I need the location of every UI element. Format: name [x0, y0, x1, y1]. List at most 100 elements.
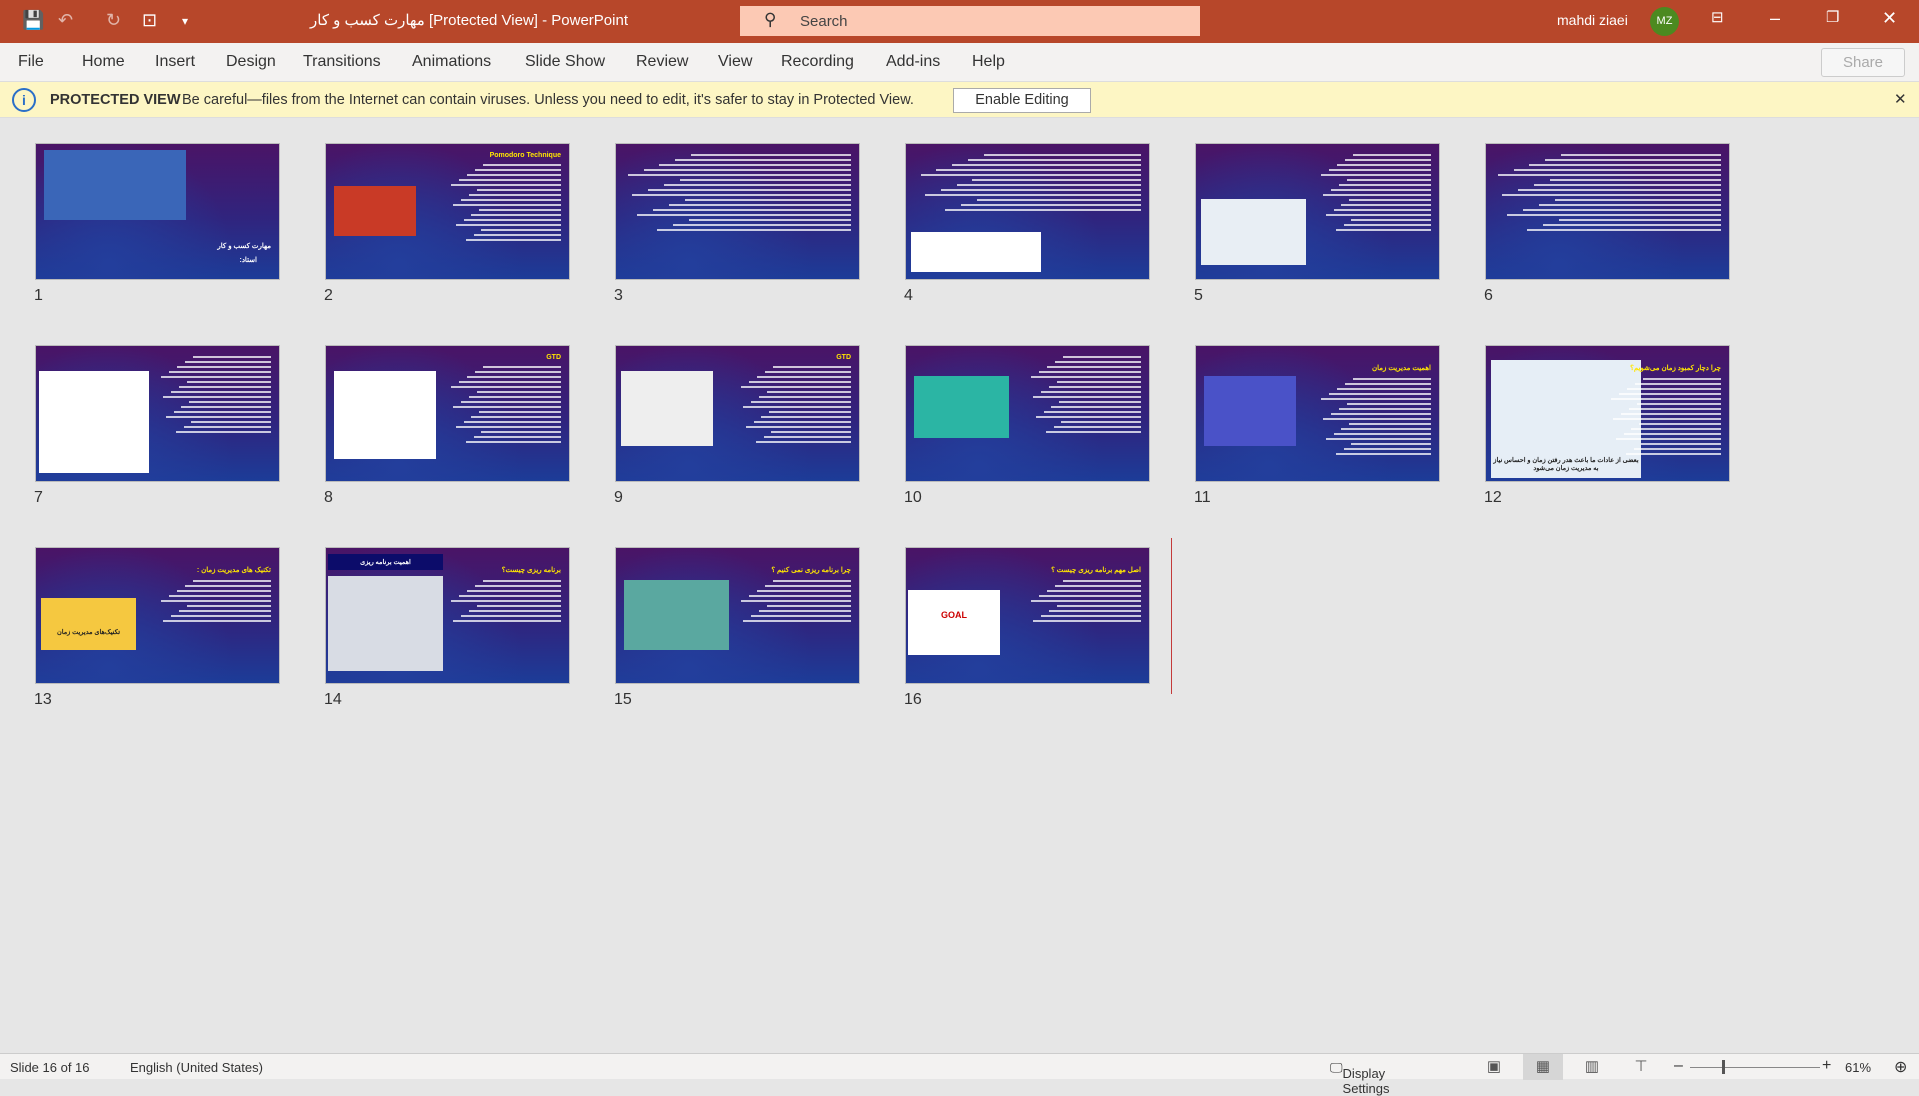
share-button[interactable]: Share: [1821, 48, 1905, 77]
enable-editing-button[interactable]: Enable Editing: [953, 88, 1091, 113]
ribbon-display-icon[interactable]: ⊟: [1711, 8, 1724, 26]
slide-thumbnail-1[interactable]: مهارت کسب و کار استاد:: [35, 143, 280, 280]
slide-text-line: [1522, 209, 1721, 211]
slide-thumbnail-8[interactable]: GTD: [325, 345, 570, 482]
close-bar-icon[interactable]: ✕: [1894, 90, 1907, 108]
slide-thumbnail-4[interactable]: [905, 143, 1150, 280]
avatar[interactable]: MZ: [1650, 7, 1679, 36]
tab-design[interactable]: Design: [226, 53, 276, 71]
info-shield-icon: i: [12, 88, 36, 112]
slide-text-line: [1629, 408, 1721, 410]
slide-thumbnail-7[interactable]: [35, 345, 280, 482]
slide-text-line: [479, 411, 561, 413]
slideshow-view-icon[interactable]: ⊤: [1621, 1054, 1661, 1080]
tab-add-ins[interactable]: Add-ins: [886, 53, 940, 71]
slide-text-line: [952, 164, 1141, 166]
protected-view-message: Be careful—files from the Internet can c…: [182, 92, 914, 108]
slide-text-line: [161, 600, 271, 602]
language[interactable]: English (United States): [130, 1060, 263, 1075]
present-icon[interactable]: ⊡: [142, 10, 157, 31]
normal-view-icon[interactable]: ▣: [1474, 1054, 1514, 1080]
slide-title: برنامه ریزی چیست؟: [501, 567, 561, 574]
slide-text-line: [1543, 224, 1721, 226]
slide-thumbnail-6[interactable]: [1485, 143, 1730, 280]
tab-transitions[interactable]: Transitions: [303, 53, 381, 71]
slide-text-line: [453, 204, 561, 206]
slide-text-line: [469, 610, 561, 612]
slide-image: [911, 232, 1041, 272]
slide-text-line: [474, 585, 561, 587]
slide-text-line: [755, 441, 851, 443]
slide-sorter-view-icon[interactable]: ▦: [1523, 1054, 1563, 1080]
slide-text-line: [691, 154, 851, 156]
slide-thumbnail-9[interactable]: GTD: [615, 345, 860, 482]
slide-image: [44, 150, 186, 220]
undo-icon[interactable]: ↶: [58, 10, 73, 31]
zoom-in-icon[interactable]: +: [1822, 1057, 1831, 1075]
slide-text-line: [161, 376, 271, 378]
slide-text-line: [187, 381, 271, 383]
slide-text-line: [1527, 229, 1721, 231]
slide-thumbnail-3[interactable]: [615, 143, 860, 280]
tab-animations[interactable]: Animations: [412, 53, 491, 71]
slide-thumbnail-10[interactable]: [905, 345, 1150, 482]
slide-thumbnail-12[interactable]: بعضی از عادات ما باعث هدر رفتن زمان و اح…: [1485, 345, 1730, 482]
slide-text-line: [482, 580, 561, 582]
slide-text-line: [1323, 194, 1431, 196]
slide-body-text: [739, 580, 851, 625]
slide-number: 14: [324, 691, 342, 708]
slide-text-line: [477, 189, 561, 191]
tab-file[interactable]: File: [18, 53, 44, 71]
slide-text-line: [459, 595, 561, 597]
tab-help[interactable]: Help: [972, 53, 1005, 71]
slide-thumbnail-14[interactable]: اهمیت برنامه ریزی برنامه ریزی چیست؟: [325, 547, 570, 684]
slide-thumbnail-13[interactable]: تکنیک‌های مدیریت زمان تکنیک های مدیریت زم…: [35, 547, 280, 684]
slide-text-line: [1336, 164, 1431, 166]
tab-slide-show[interactable]: Slide Show: [525, 53, 605, 71]
slide-text-line: [1351, 443, 1431, 445]
slide-thumbnail-5[interactable]: [1195, 143, 1440, 280]
zoom-slider-handle[interactable]: [1722, 1060, 1725, 1074]
slide-text-line: [763, 436, 851, 438]
customize-quick-access-icon[interactable]: ▾: [182, 14, 188, 28]
slide-text-line: [192, 580, 271, 582]
slide-text-line: [1633, 448, 1721, 450]
redo-icon[interactable]: ↻: [106, 10, 121, 31]
minimize-icon[interactable]: –: [1770, 8, 1780, 29]
close-icon[interactable]: ✕: [1882, 8, 1897, 29]
fit-to-window-icon[interactable]: ⊕: [1894, 1057, 1907, 1077]
slide-thumbnail-15[interactable]: چرا برنامه ریزی نمی کنیم ؟: [615, 547, 860, 684]
slide-text-line: [743, 620, 851, 622]
slide-text-line: [772, 580, 851, 582]
reading-view-icon[interactable]: ▥: [1572, 1054, 1612, 1080]
tab-home[interactable]: Home: [82, 53, 125, 71]
search-input[interactable]: ⚲ Search: [740, 6, 1200, 36]
tab-view[interactable]: View: [718, 53, 752, 71]
tab-review[interactable]: Review: [636, 53, 688, 71]
slide-subtitle: استاد:: [239, 257, 257, 264]
zoom-level[interactable]: 61%: [1845, 1060, 1871, 1075]
slide-text-line: [936, 169, 1141, 171]
slide-text-line: [455, 224, 561, 226]
slide-text-line: [163, 620, 271, 622]
slide-text-line: [173, 411, 271, 413]
tab-insert[interactable]: Insert: [155, 53, 195, 71]
slide-text-line: [1347, 179, 1431, 181]
restore-icon[interactable]: ❐: [1826, 8, 1839, 26]
display-settings-button[interactable]: 🖵 Display Settings: [1330, 1060, 1390, 1096]
slide-thumbnail-16[interactable]: GOAL اصل مهم برنامه ریزی چیست ؟: [905, 547, 1150, 684]
slide-text-line: [459, 381, 561, 383]
slide-text-line: [1321, 398, 1431, 400]
zoom-out-icon[interactable]: –: [1674, 1057, 1683, 1075]
slide-title: GTD: [836, 354, 851, 361]
zoom-slider[interactable]: [1690, 1067, 1820, 1068]
slide-number: 12: [1484, 489, 1502, 506]
slide-text-line: [171, 615, 271, 617]
save-icon[interactable]: 💾: [22, 10, 44, 31]
slide-text-line: [481, 431, 561, 433]
tab-recording[interactable]: Recording: [781, 53, 854, 71]
slide-text-line: [1634, 383, 1721, 385]
slide-thumbnail-2[interactable]: Pomodoro Technique: [325, 143, 570, 280]
slide-image-caption: تکنیک‌های مدیریت زمان: [56, 629, 121, 636]
slide-thumbnail-11[interactable]: اهمیت مدیریت زمان: [1195, 345, 1440, 482]
